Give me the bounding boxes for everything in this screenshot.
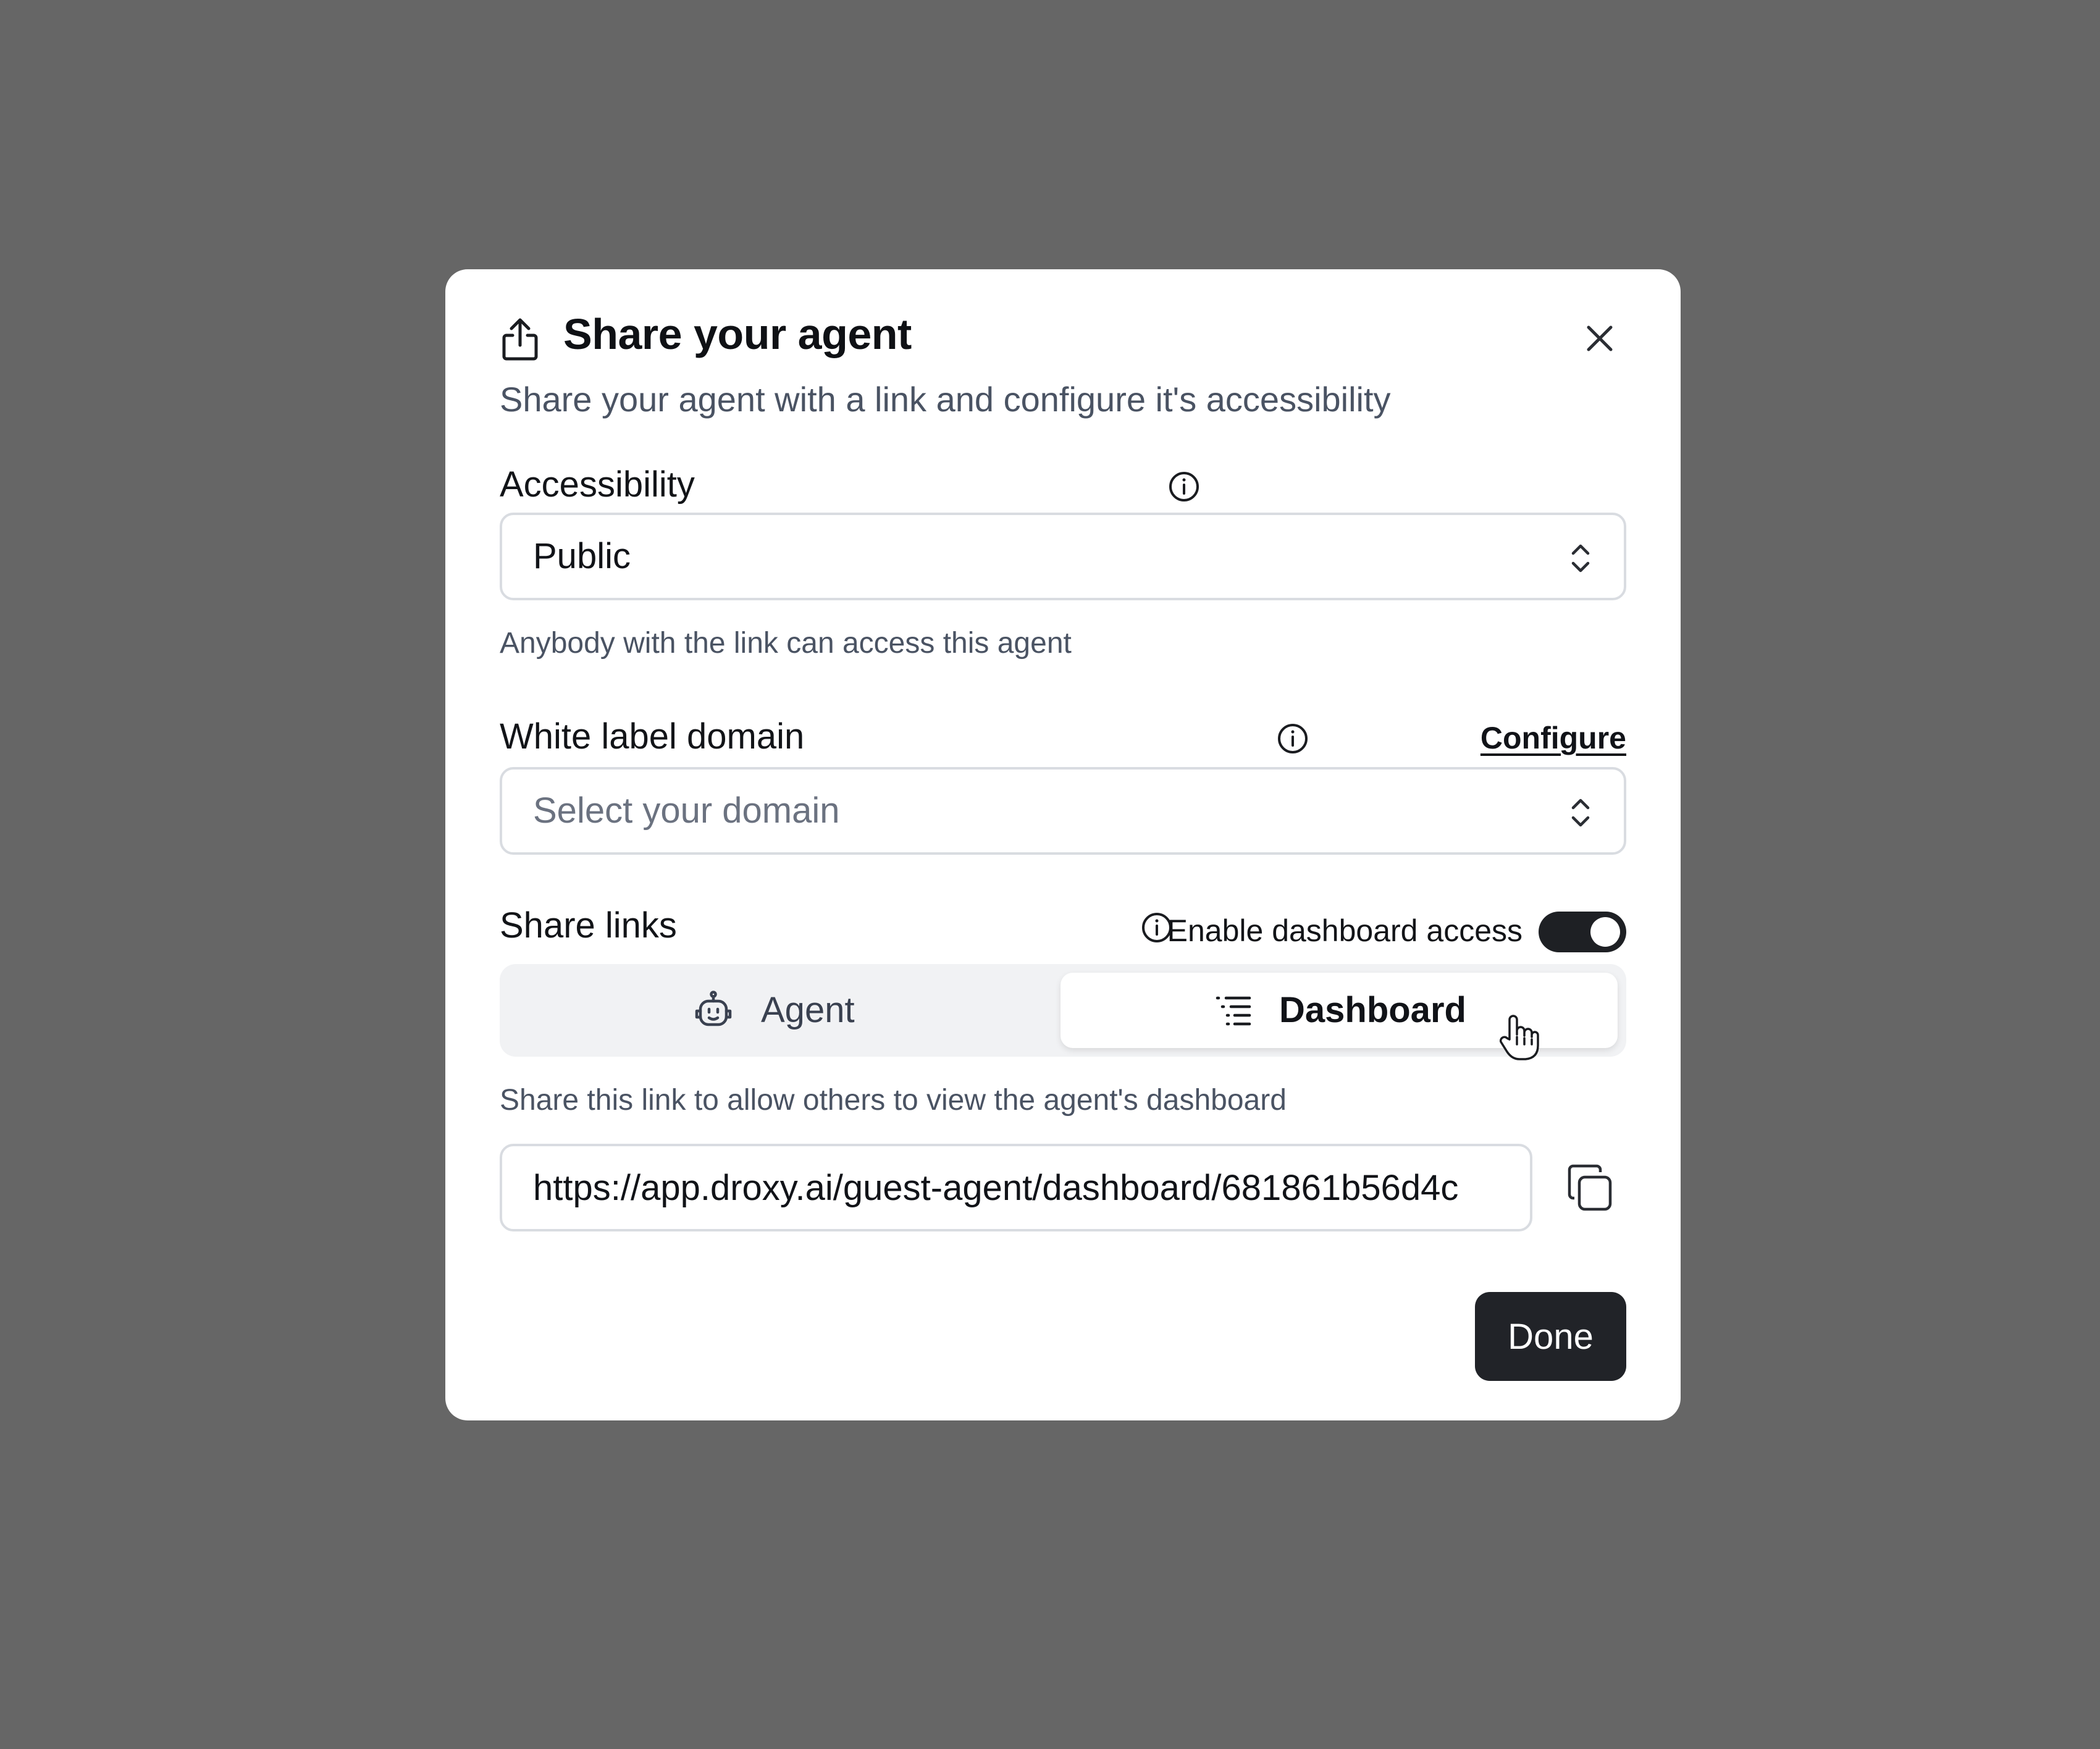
share-link-helper-text: Share this link to allow others to view … (500, 1084, 1287, 1117)
accessibility-helper-text: Anybody with the link can access this ag… (500, 627, 1072, 660)
close-button[interactable] (1580, 319, 1619, 358)
domain-select-placeholder: Select your domain (533, 791, 840, 831)
tab-dashboard-label: Dashboard (1279, 990, 1466, 1030)
close-icon (1587, 325, 1613, 351)
dialog-subtitle: Share your agent with a link and configu… (500, 380, 1391, 419)
robot-icon (695, 991, 732, 1026)
tab-dashboard[interactable]: Dashboard (1060, 973, 1618, 1048)
accessibility-label: Accessibility (500, 464, 695, 505)
copy-link-button[interactable] (1564, 1162, 1615, 1213)
done-button[interactable]: Done (1475, 1292, 1626, 1381)
share-link-tabs: Agent Dashboard (500, 964, 1626, 1057)
chevron-up-down-icon (1571, 544, 1590, 573)
info-icon[interactable] (1277, 723, 1309, 755)
white-label-domain-label: White label domain (500, 716, 805, 757)
toggle-knob (1590, 917, 1620, 947)
white-label-domain-select[interactable]: Select your domain (500, 767, 1626, 855)
tab-agent[interactable]: Agent (508, 973, 1052, 1048)
share-links-label: Share links (500, 905, 677, 946)
chevron-up-down-icon (1571, 799, 1590, 827)
share-icon (502, 318, 538, 361)
copy-icon (1568, 1164, 1612, 1211)
info-icon[interactable] (1168, 471, 1200, 503)
configure-link[interactable]: Configure (1480, 723, 1626, 753)
share-url-input[interactable] (500, 1144, 1532, 1231)
dashboard-access-label: Enable dashboard access (1167, 913, 1522, 948)
tab-agent-label: Agent (761, 990, 855, 1030)
accessibility-select[interactable]: Public (500, 513, 1626, 600)
share-agent-dialog: Share your agent Share your agent with a… (445, 269, 1681, 1420)
accessibility-selected-value: Public (533, 536, 631, 576)
dashboard-access-toggle[interactable] (1539, 912, 1626, 952)
list-icon (1216, 996, 1251, 1026)
dialog-title: Share your agent (563, 310, 912, 358)
